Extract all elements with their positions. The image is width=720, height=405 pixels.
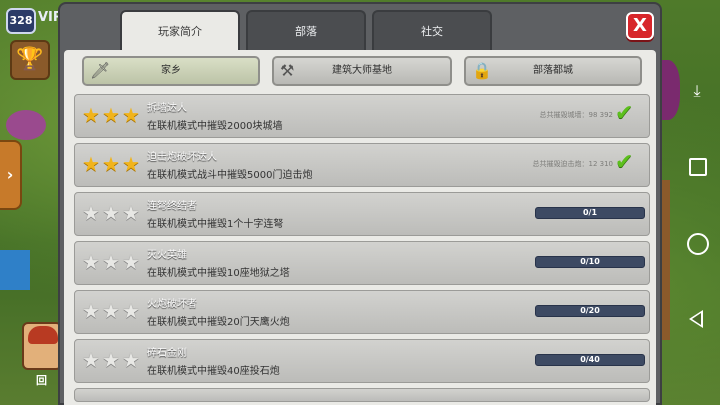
trophy-icon: 🏆 [16, 47, 44, 72]
download-icon[interactable]: ⤓ [686, 80, 708, 102]
achievement-total: 总共摧毁迫击炮：12 310 [532, 160, 614, 168]
tab-bar: 玩家简介 部落 社交 [120, 10, 492, 52]
back-button[interactable] [686, 308, 708, 330]
profile-panel: 玩家简介 部落 社交 X 🗡 家乡 ⚒ 建筑大师基地 🔒 部落都城 ★ ★ ★ … [58, 2, 662, 405]
android-nav-bar: ⤓ [674, 0, 720, 405]
achievement-title: 碎石金刚 [147, 348, 187, 359]
panel-content: 🗡 家乡 ⚒ 建筑大师基地 🔒 部落都城 ★ ★ ★ 拆墙达人 在联机模式中摧毁… [64, 50, 656, 405]
achievement-description: 在联机模式战斗中摧毁5000门迫击炮 [147, 170, 313, 181]
avatar-label: 回 [36, 374, 47, 387]
category-label: 家乡 [161, 65, 181, 76]
achievement-title: 火炮破坏者 [147, 299, 197, 310]
achievement-description: 在联机模式中摧毁2000块城墙 [147, 121, 283, 132]
star-rating: ★ ★ ★ [81, 250, 141, 274]
category-row: 🗡 家乡 ⚒ 建筑大师基地 🔒 部落都城 [80, 56, 642, 86]
level-badge: 328 [6, 8, 36, 34]
achievement-title: 迫击炮破坏达人 [147, 152, 217, 163]
star-icon: ★ [102, 103, 120, 127]
tab-player-profile[interactable]: 玩家简介 [120, 10, 240, 52]
star-icon: ★ [82, 250, 100, 274]
category-builder-base[interactable]: ⚒ 建筑大师基地 [272, 56, 452, 86]
star-icon: ★ [82, 103, 100, 127]
home-button[interactable] [686, 232, 709, 255]
recents-button[interactable] [686, 155, 708, 177]
star-icon: ★ [122, 250, 140, 274]
star-icon: ★ [122, 348, 140, 372]
category-clan-capital[interactable]: 🔒 部落都城 [464, 56, 642, 86]
trophy-button[interactable]: 🏆 [10, 40, 50, 80]
star-icon: ★ [102, 201, 120, 225]
achievement-row: ★ ★ ★ 连弩终结者 在联机模式中摧毁1个十字连弩 0/1 [74, 192, 650, 236]
achievement-row: ★ ★ ★ 灭火英雄 在联机模式中摧毁10座地狱之塔 0/10 [74, 241, 650, 285]
star-rating: ★ ★ ★ [81, 348, 141, 372]
achievement-row [74, 388, 650, 402]
progress-bar: 0/1 [535, 207, 645, 219]
achievement-row: ★ ★ ★ 迫击炮破坏达人 在联机模式战斗中摧毁5000门迫击炮 总共摧毁迫击炮… [74, 143, 650, 187]
avatar[interactable] [22, 322, 62, 370]
star-icon: ★ [102, 152, 120, 176]
checkmark-icon: ✔ [615, 150, 634, 175]
checkmark-icon: ✔ [615, 101, 634, 126]
achievement-row: ★ ★ ★ 火炮破坏者 在联机模式中摧毁20门天鹰火炮 0/20 [74, 290, 650, 334]
star-icon: ★ [122, 103, 140, 127]
achievement-row: ★ ★ ★ 碎石金刚 在联机模式中摧毁40座投石炮 0/40 [74, 339, 650, 383]
star-rating: ★ ★ ★ [81, 152, 141, 176]
star-rating: ★ ★ ★ [81, 299, 141, 323]
star-icon: ★ [122, 152, 140, 176]
star-icon: ★ [102, 250, 120, 274]
star-icon: ★ [102, 299, 120, 323]
tab-social[interactable]: 社交 [372, 10, 492, 50]
achievement-title: 拆墙达人 [147, 103, 187, 114]
achievement-row: ★ ★ ★ 拆墙达人 在联机模式中摧毁2000块城墙 总共摧毁城墙：98 392… [74, 94, 650, 138]
star-icon: ★ [82, 348, 100, 372]
bg-structure [0, 250, 30, 290]
crossed-hammers-icon: ⚒ [280, 61, 295, 80]
star-icon: ★ [122, 201, 140, 225]
sword-icon: 🗡 [90, 61, 111, 80]
expand-side-button[interactable]: › [0, 140, 22, 210]
achievement-description: 在联机模式中摧毁40座投石炮 [147, 366, 280, 377]
category-label: 部落都城 [533, 65, 573, 76]
achievement-total: 总共摧毁城墙：98 392 [539, 111, 614, 119]
lock-icon: 🔒 [472, 61, 492, 80]
star-icon: ★ [82, 201, 100, 225]
achievement-description: 在联机模式中摧毁1个十字连弩 [147, 219, 284, 230]
category-home-village[interactable]: 🗡 家乡 [82, 56, 260, 86]
star-icon: ★ [82, 299, 100, 323]
achievement-title: 灭火英雄 [147, 250, 187, 261]
progress-bar: 0/10 [535, 256, 645, 268]
category-label: 建筑大师基地 [332, 65, 392, 76]
star-rating: ★ ★ ★ [81, 103, 141, 127]
star-icon: ★ [82, 152, 100, 176]
chevron-right-icon: › [6, 165, 14, 184]
bg-structure [6, 110, 46, 140]
progress-bar: 0/20 [535, 305, 645, 317]
star-icon: ★ [122, 299, 140, 323]
achievement-description: 在联机模式中摧毁20门天鹰火炮 [147, 317, 290, 328]
close-button[interactable]: X [626, 12, 654, 40]
achievement-title: 连弩终结者 [147, 201, 197, 212]
achievement-description: 在联机模式中摧毁10座地狱之塔 [147, 268, 290, 279]
tab-clan[interactable]: 部落 [246, 10, 366, 50]
progress-bar: 0/40 [535, 354, 645, 366]
star-icon: ★ [102, 348, 120, 372]
star-rating: ★ ★ ★ [81, 201, 141, 225]
